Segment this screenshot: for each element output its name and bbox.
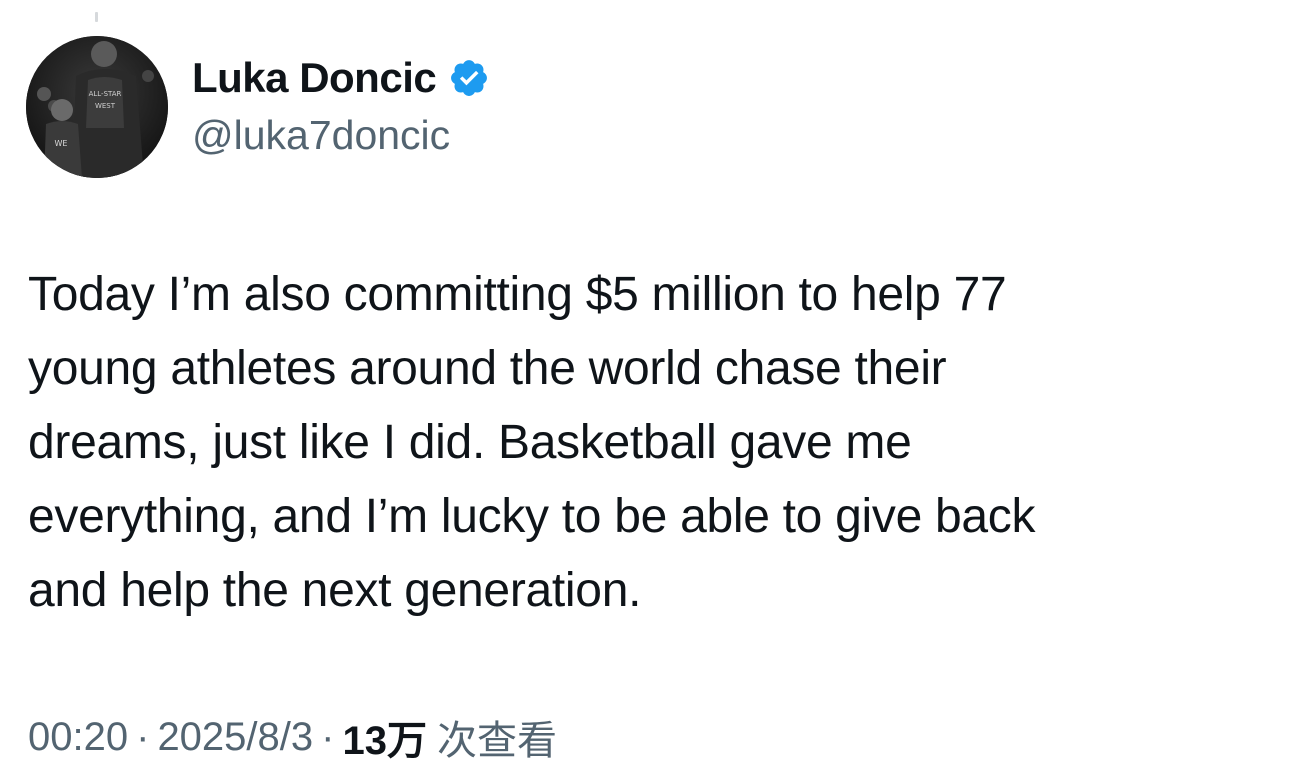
tweet-text-line: and help the next generation. xyxy=(28,564,642,617)
tweet-date[interactable]: 2025/8/3 xyxy=(157,715,313,760)
tweet-text-line: dreams, just like I did. Basketball gave… xyxy=(28,416,912,469)
svg-text:WEST: WEST xyxy=(95,102,116,110)
views-label: 次查看 xyxy=(436,719,557,763)
meta-separator: · xyxy=(321,714,335,759)
verified-badge-icon xyxy=(448,57,490,99)
tweet-text-line: young athletes around the world chase th… xyxy=(28,342,947,395)
top-edge-mark xyxy=(95,12,98,22)
author-handle[interactable]: @luka7doncic xyxy=(192,112,490,159)
author-name-row: Luka Doncic xyxy=(192,50,490,106)
meta-separator: · xyxy=(136,714,150,759)
svg-text:ALL-STAR: ALL-STAR xyxy=(89,90,122,98)
views-count: 13万 xyxy=(342,719,427,763)
tweet-text-line: Today I’m also committing $5 million to … xyxy=(28,268,1007,321)
author-display-name[interactable]: Luka Doncic xyxy=(192,54,437,102)
tweet-text: Today I’m also committing $5 million to … xyxy=(28,258,1258,628)
tweet-text-line: everything, and I’m lucky to be able to … xyxy=(28,490,1036,543)
svg-text:WE: WE xyxy=(55,139,68,148)
tweet-author: Luka Doncic @luka7doncic xyxy=(192,50,490,159)
tweet-meta: 00:20 · 2025/8/3 · 13万 次查看 xyxy=(28,708,557,766)
avatar[interactable]: ALL-STAR WEST WE xyxy=(26,36,168,178)
tweet-time[interactable]: 00:20 xyxy=(28,715,128,760)
